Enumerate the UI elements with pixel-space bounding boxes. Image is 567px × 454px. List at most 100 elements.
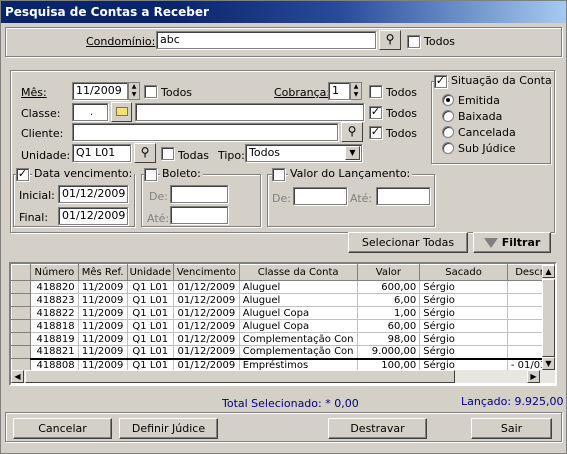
unidade-label: Unidade: [21, 149, 71, 162]
table-cell: Aluguel Copa [239, 319, 358, 333]
radio-emitida[interactable] [442, 94, 454, 106]
condominio-input[interactable]: abc [156, 31, 376, 49]
cobranca-input[interactable]: 1 [328, 82, 350, 100]
radio-sub-judice[interactable] [442, 142, 454, 154]
cliente-binoculars-icon[interactable]: ⚲ [341, 122, 363, 142]
valor-de-input[interactable] [293, 187, 347, 205]
table-cell: Aluguel [239, 280, 358, 294]
col-numero[interactable]: Número [30, 264, 79, 281]
scroll-down-icon[interactable]: ▼ [542, 357, 555, 370]
radio-emitida-label: Emitida [458, 94, 500, 107]
col-unidade[interactable]: Unidade [126, 264, 174, 281]
sair-button[interactable]: Sair [471, 418, 552, 439]
mes-input[interactable]: 11/2009 [72, 82, 128, 100]
mes-todos-checkbox[interactable] [144, 85, 157, 98]
table-row[interactable]: 418818 11/2009 Q1 L01 01/12/2009 Aluguel Cop… [11, 319, 555, 333]
folder-icon[interactable] [111, 102, 132, 122]
unidade-input[interactable]: Q1 L01 [72, 144, 131, 162]
table-cell: 418818 [30, 319, 79, 333]
radio-cancelada[interactable] [442, 126, 454, 138]
table-cell: Q1 L01 [127, 319, 174, 333]
definir-judice-button[interactable]: Definir Júdice [119, 418, 218, 439]
row-indicator[interactable] [11, 293, 32, 307]
row-indicator[interactable] [11, 332, 32, 346]
row-indicator[interactable] [11, 306, 32, 320]
tipo-label: Tipo: [218, 149, 245, 162]
boleto-ate-input[interactable] [170, 206, 228, 224]
col-valor[interactable]: Valor [356, 264, 421, 281]
inicial-label: Inicial: [19, 189, 55, 202]
boleto-de-label: De: [149, 190, 168, 203]
window-title: Pesquisa de Contas a Receber [1, 1, 566, 23]
vertical-scroll-thumb[interactable] [542, 279, 555, 357]
scroll-left-icon[interactable]: ◀ [11, 370, 24, 383]
table-cell: Sérgio [419, 280, 508, 294]
table-cell: 6,00 [357, 293, 421, 307]
cliente-input[interactable] [72, 123, 338, 141]
radio-cancelada-label: Cancelada [458, 126, 516, 139]
table-cell: 418822 [30, 306, 79, 320]
col-sacado[interactable]: Sacado [419, 264, 508, 281]
binoculars-icon[interactable]: ⚲ [379, 30, 401, 50]
classe-name-input[interactable] [135, 103, 364, 121]
valor-de-label: De: [272, 192, 291, 205]
selecionar-todas-button[interactable]: Selecionar Todas [348, 232, 468, 253]
scroll-up-icon[interactable]: ▲ [542, 265, 555, 278]
row-indicator[interactable] [11, 280, 32, 294]
condominio-label: Condomínio: [86, 35, 156, 48]
row-indicator[interactable] [11, 345, 32, 359]
table-row[interactable]: 418820 11/2009 Q1 L01 01/12/2009 Aluguel 600,… [11, 280, 555, 294]
table-cell: 01/12/2009 [173, 306, 240, 320]
row-indicator[interactable] [11, 319, 32, 333]
table-cell: 11/2009 [78, 293, 128, 307]
table-cell: 01/12/2009 [173, 319, 240, 333]
chevron-down-icon[interactable]: ▼ [345, 146, 360, 160]
destravar-button[interactable]: Destravar [328, 418, 427, 439]
col-mes-ref[interactable]: Mês Ref. [77, 264, 128, 281]
boleto-title: Boleto: [160, 167, 203, 180]
vertical-scrollbar[interactable]: ▲ ▼ [542, 265, 555, 383]
data-venc-title: Data vencimento: [32, 167, 135, 180]
table-row[interactable]: 418821 11/2009 Q1 L01 01/12/2009 Complementa… [11, 345, 555, 359]
cliente-label: Cliente: [21, 127, 64, 140]
situacao-checkbox[interactable]: ✓ [434, 75, 447, 88]
condominio-todos-checkbox[interactable] [407, 35, 420, 48]
table-cell: Sérgio [419, 306, 508, 320]
cobranca-todos-checkbox[interactable] [369, 85, 382, 98]
table-row[interactable]: 418822 11/2009 Q1 L01 01/12/2009 Aluguel Cop… [11, 306, 555, 320]
table-cell: 11/2009 [78, 332, 128, 346]
final-input[interactable]: 01/12/2009 [58, 207, 128, 225]
table-row[interactable]: 418823 11/2009 Q1 L01 01/12/2009 Aluguel 6,00… [11, 293, 555, 307]
cliente-todos-checkbox[interactable]: ✓ [369, 126, 382, 139]
table-cell: Q1 L01 [127, 306, 174, 320]
valor-checkbox[interactable] [272, 168, 285, 181]
table-cell: Aluguel Copa [239, 306, 358, 320]
unidade-todas-checkbox[interactable] [161, 147, 174, 160]
data-venc-checkbox[interactable]: ✓ [16, 168, 29, 181]
radio-baixada[interactable] [442, 110, 454, 122]
table-cell: Q1 L01 [127, 332, 174, 346]
valor-ate-input[interactable] [376, 187, 430, 205]
boleto-de-input[interactable] [170, 185, 228, 203]
scroll-right-icon[interactable]: ▶ [527, 370, 540, 383]
boleto-ate-label: Até: [147, 212, 170, 225]
filtrar-button[interactable]: Filtrar [473, 232, 551, 253]
cancelar-button[interactable]: Cancelar [13, 418, 112, 439]
cliente-todos-label: Todos [386, 127, 418, 140]
col-vencimento[interactable]: Vencimento [172, 264, 240, 281]
unidade-binoculars-icon[interactable]: ⚲ [134, 143, 156, 163]
boleto-checkbox[interactable] [144, 168, 157, 181]
classe-code-input[interactable]: . [72, 103, 108, 121]
table-row[interactable]: 418819 11/2009 Q1 L01 01/12/2009 Complementa… [11, 332, 555, 346]
horizontal-scroll-thumb[interactable] [25, 370, 455, 383]
mes-spinner[interactable]: ▲ ▼ [128, 82, 140, 100]
col-classe[interactable]: Classe da Conta [238, 264, 358, 281]
table-cell: 11/2009 [78, 345, 128, 359]
horizontal-scrollbar[interactable]: ◀ ▶ [11, 370, 542, 383]
table-cell: 418819 [30, 332, 79, 346]
classe-todos-checkbox[interactable]: ✓ [369, 106, 382, 119]
cobranca-spinner[interactable]: ▲ ▼ [350, 82, 362, 100]
inicial-input[interactable]: 01/12/2009 [58, 185, 128, 203]
radio-sub-judice-label: Sub Júdice [458, 142, 516, 155]
final-label: Final: [19, 211, 49, 224]
